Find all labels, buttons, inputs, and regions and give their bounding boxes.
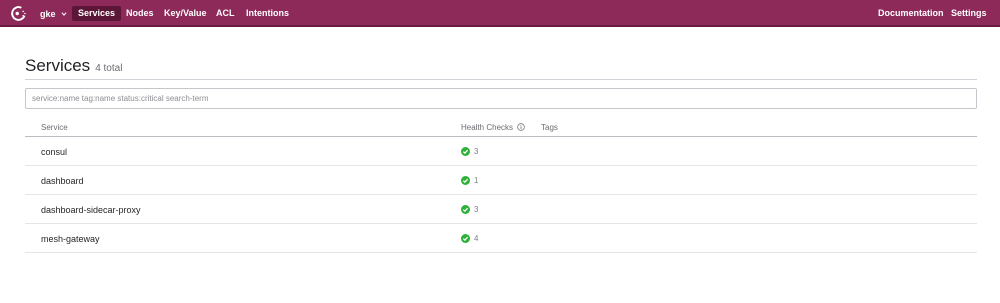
page-header: Services 4 total	[25, 56, 122, 76]
nav-key-value[interactable]: Key/Value	[158, 6, 213, 21]
table-row[interactable]: mesh-gateway 4	[25, 224, 977, 253]
services-table: Service Health Checks Tags consul 3 dash…	[25, 118, 977, 253]
health-check-count: 3	[474, 147, 479, 156]
service-name[interactable]: consul	[41, 147, 67, 157]
health-check-count: 1	[474, 176, 479, 185]
divider	[25, 79, 977, 80]
health-check-status: 3	[461, 205, 478, 214]
chevron-down-icon	[61, 11, 67, 16]
check-circle-icon	[461, 147, 470, 156]
column-header-tags: Tags	[541, 123, 558, 132]
column-header-service: Service	[41, 123, 68, 132]
table-row[interactable]: consul 3	[25, 137, 977, 166]
service-count: 4 total	[95, 63, 123, 74]
table-header: Service Health Checks Tags	[25, 118, 977, 137]
table-row[interactable]: dashboard 1	[25, 166, 977, 195]
service-name[interactable]: dashboard-sidecar-proxy	[41, 205, 141, 215]
search-input[interactable]	[25, 88, 977, 109]
service-name[interactable]: mesh-gateway	[41, 234, 100, 244]
top-navigation-bar: gke Services Nodes Key/Value ACL Intenti…	[0, 0, 1000, 27]
check-circle-icon	[461, 205, 470, 214]
nav-documentation[interactable]: Documentation	[872, 6, 950, 21]
health-check-status: 4	[461, 234, 478, 243]
datacenter-dropdown[interactable]: gke	[40, 0, 67, 27]
nav-acl[interactable]: ACL	[210, 6, 241, 21]
nav-nodes[interactable]: Nodes	[120, 6, 160, 21]
check-circle-icon	[461, 234, 470, 243]
page-title: Services	[25, 56, 91, 75]
column-header-health-checks: Health Checks	[461, 123, 525, 132]
check-circle-icon	[461, 176, 470, 185]
health-check-count: 3	[474, 205, 479, 214]
health-check-status: 1	[461, 176, 478, 185]
nav-intentions[interactable]: Intentions	[240, 6, 295, 21]
datacenter-label: gke	[40, 8, 56, 19]
nav-services[interactable]: Services	[72, 6, 122, 21]
health-checks-label: Health Checks	[461, 123, 514, 132]
service-name[interactable]: dashboard	[41, 176, 84, 186]
table-row[interactable]: dashboard-sidecar-proxy 3	[25, 195, 977, 224]
info-icon[interactable]	[517, 123, 525, 131]
nav-settings[interactable]: Settings	[945, 6, 993, 21]
consul-logo-icon[interactable]	[10, 5, 27, 22]
health-check-status: 3	[461, 147, 478, 156]
health-check-count: 4	[474, 234, 479, 243]
